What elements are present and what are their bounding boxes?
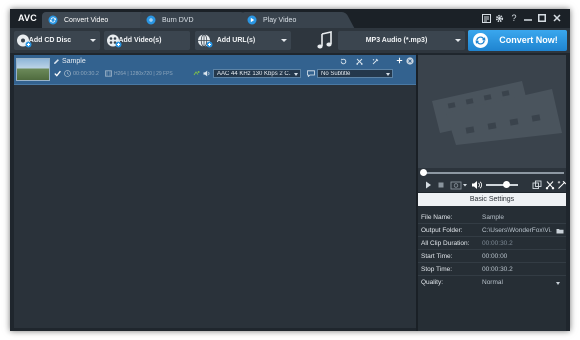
start-time-field[interactable]: 00:00:00 xyxy=(482,253,560,260)
output-format-select[interactable]: MP3 Audio (*.mp3) xyxy=(338,31,465,50)
screenshot-icon[interactable] xyxy=(450,180,462,190)
all-clip-duration-value: 00:00:30.2 xyxy=(482,240,513,247)
close-icon[interactable] xyxy=(551,12,563,24)
app-window: AVC Convert Video Burn DVD Play Video ? … xyxy=(10,9,570,331)
video-preview xyxy=(418,55,566,168)
convert-now-button[interactable]: Convert Now! xyxy=(468,30,567,51)
film-reel-watermark-icon xyxy=(432,81,562,145)
seek-bar[interactable] xyxy=(418,168,566,178)
maximize-icon[interactable] xyxy=(536,12,548,24)
stop-icon[interactable] xyxy=(436,180,446,190)
tab-label: Play Video xyxy=(263,16,297,24)
rotate-icon[interactable] xyxy=(340,58,347,65)
clock-icon xyxy=(64,70,71,77)
add-videos-label: Add Video(s) xyxy=(118,37,162,44)
setting-label: File Name: xyxy=(421,214,453,221)
subtitle-value: No Subtitle xyxy=(321,71,351,77)
minimize-icon[interactable] xyxy=(522,12,534,24)
file-row[interactable]: Sample 00:00:30.2 H264 | 1280x720 | 29 F… xyxy=(14,55,416,85)
play-icon[interactable] xyxy=(423,180,433,190)
setting-label: Stop Time: xyxy=(421,266,453,273)
copy-icon[interactable] xyxy=(532,180,542,190)
setting-start-time: Start Time: 00:00:00 xyxy=(418,251,566,263)
setting-stop-time: Stop Time: 00:00:30.2 xyxy=(418,264,566,276)
add-urls-label: Add URL(s) xyxy=(216,37,256,44)
add-cd-disc-label: Add CD Disc xyxy=(28,37,72,44)
checkbox-checked-icon[interactable] xyxy=(54,70,61,77)
volume-slider[interactable] xyxy=(486,184,518,186)
seek-track[interactable] xyxy=(422,172,564,174)
convert-now-label: Convert Now! xyxy=(499,35,558,45)
add-cd-disc-button[interactable]: Add CD Disc xyxy=(14,31,100,50)
chevron-down-icon[interactable] xyxy=(556,282,560,285)
cut-icon[interactable] xyxy=(356,58,363,65)
help-icon[interactable]: ? xyxy=(508,12,520,24)
video-thumbnail[interactable] xyxy=(16,58,50,81)
chevron-down-icon xyxy=(294,73,298,76)
settings-icon[interactable] xyxy=(493,12,505,24)
file-name-field[interactable]: Sample xyxy=(482,214,560,221)
add-icon[interactable] xyxy=(396,57,403,64)
chevron-down-icon[interactable] xyxy=(281,39,287,42)
video-info: H264 | 1280x720 | 29 FPS xyxy=(114,71,173,77)
tab-label: Convert Video xyxy=(64,16,109,24)
quality-select[interactable]: Normal xyxy=(482,279,560,286)
edit-pencil-icon[interactable] xyxy=(53,58,60,65)
tab-convert-video[interactable]: Convert Video xyxy=(42,12,143,28)
file-name[interactable]: Sample xyxy=(62,58,86,65)
audio-track-select[interactable]: AAC 44 KHz 130 Kbps 2 C... xyxy=(213,69,301,78)
music-note-icon xyxy=(317,31,332,49)
setting-output-folder: Output Folder: C:\Users\WonderFox\Vi... xyxy=(418,225,566,237)
playback-controls xyxy=(418,178,567,192)
subtitle-icon xyxy=(307,70,315,77)
volume-icon[interactable] xyxy=(471,180,483,190)
stop-time-field[interactable]: 00:00:30.2 xyxy=(482,266,560,273)
app-logo: AVC xyxy=(18,13,37,23)
folder-icon[interactable] xyxy=(556,228,564,234)
basic-settings-title: Basic Settings xyxy=(418,193,566,206)
file-list[interactable]: Sample 00:00:30.2 H264 | 1280x720 | 29 F… xyxy=(14,55,416,328)
subtitle-select[interactable]: No Subtitle xyxy=(317,69,393,78)
setting-label: Start Time: xyxy=(421,253,453,260)
audio-track-value: AAC 44 KHz 130 Kbps 2 C... xyxy=(217,71,291,77)
chevron-down-icon xyxy=(455,39,461,42)
chevron-down-icon[interactable] xyxy=(90,39,96,42)
effects-icon[interactable] xyxy=(372,58,379,65)
setting-label: Quality: xyxy=(421,279,444,286)
register-icon[interactable] xyxy=(480,12,492,24)
add-videos-button[interactable]: Add Video(s) xyxy=(104,31,190,50)
setting-quality: Quality: Normal xyxy=(418,277,566,289)
setting-label: All Clip Duration: xyxy=(421,240,470,247)
chevron-down-icon xyxy=(386,73,390,76)
remove-icon[interactable] xyxy=(406,57,414,65)
add-urls-button[interactable]: Add URL(s) xyxy=(195,31,291,50)
tab-burn-dvd[interactable]: Burn DVD xyxy=(140,12,243,28)
convert-icon xyxy=(473,33,488,48)
film-icon xyxy=(105,70,112,77)
setting-file-name: File Name: Sample xyxy=(418,212,566,224)
toolbar: Add CD Disc Add Video(s) Add URL(s) MP3 … xyxy=(10,28,570,53)
convert-icon xyxy=(48,15,58,25)
setting-label: Output Folder: xyxy=(421,227,463,234)
title-bar: AVC Convert Video Burn DVD Play Video ? xyxy=(10,9,570,28)
basic-settings-panel: Basic Settings File Name: Sample Output … xyxy=(418,193,566,331)
chevron-down-icon[interactable] xyxy=(462,180,468,190)
effects-icon[interactable] xyxy=(557,180,567,190)
setting-all-clip-duration: All Clip Duration: 00:00:30.2 xyxy=(418,238,566,250)
output-folder-field[interactable]: C:\Users\WonderFox\Vi... xyxy=(482,227,552,234)
file-duration: 00:00:30.2 xyxy=(73,71,99,77)
tab-play-video[interactable]: Play Video xyxy=(241,12,344,28)
speaker-icon[interactable] xyxy=(203,70,211,77)
output-format-value: MP3 Audio (*.mp3) xyxy=(365,37,428,44)
play-icon xyxy=(247,15,257,25)
volume-handle[interactable] xyxy=(503,181,510,188)
cut-icon[interactable] xyxy=(545,180,555,190)
seek-handle[interactable] xyxy=(420,169,427,176)
disc-icon xyxy=(146,15,156,25)
audio-wave-icon xyxy=(193,71,200,76)
tab-label: Burn DVD xyxy=(162,16,194,24)
